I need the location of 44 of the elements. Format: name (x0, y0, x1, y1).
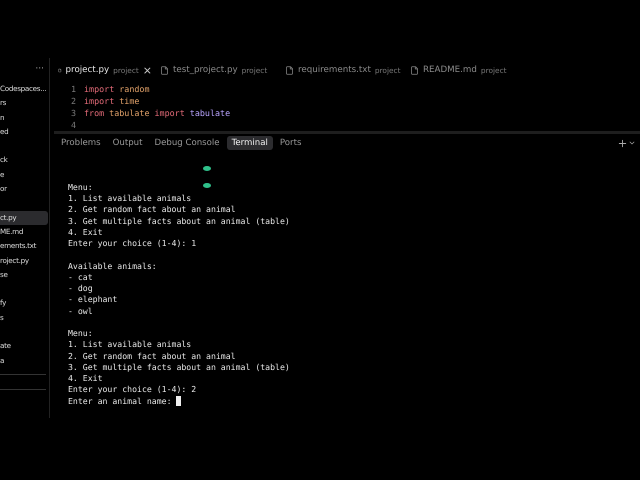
terminal-line: - dog (68, 283, 93, 294)
terminal-line: - cat (68, 272, 93, 283)
terminal-line: Enter your choice (1-4): 1 (68, 238, 196, 250)
code-token: import (154, 108, 185, 118)
terminal-line: 1. List available animals (68, 339, 192, 350)
code-token: import (84, 96, 114, 106)
panel-tab[interactable]: Problems (56, 136, 106, 150)
close-icon[interactable]: × (142, 64, 152, 76)
line-number: 1 (70, 84, 77, 94)
dot-icon (203, 166, 211, 171)
file-icon (285, 66, 294, 74)
terminal-line: Available animals: (68, 260, 157, 272)
code-token: tabulate (109, 108, 150, 118)
code-token: import (84, 84, 114, 94)
terminal-line: 2. Get random fact about an animal (68, 350, 236, 362)
terminal-line: Enter your choice (1-4): 2 (68, 384, 196, 396)
terminal-line: - owl (68, 306, 93, 317)
panel-tab[interactable]: Terminal (226, 136, 273, 150)
code-token: time (119, 96, 140, 106)
terminal-line: 4. Exit (68, 373, 103, 384)
file-icon (160, 66, 169, 74)
more-icon[interactable]: ··· (35, 64, 44, 82)
dot-icon (203, 182, 211, 188)
terminal-line: 3. Get multiple facts about an animal (table) (68, 362, 290, 373)
file-icon (58, 66, 62, 74)
code-token: tabulate (190, 108, 230, 118)
panel-tab[interactable]: Debug Console (149, 136, 225, 150)
terminal-line: 4. Exit (68, 226, 103, 238)
code-token: random (119, 84, 150, 94)
line-number: 2 (70, 96, 77, 106)
terminal-line: - elephant (68, 294, 118, 306)
terminal-line: Menu: (68, 328, 93, 340)
panel-tab[interactable]: Ports (274, 136, 306, 150)
panel-tab[interactable]: Output (108, 136, 148, 150)
terminal-line: 1. List available animals (68, 193, 192, 204)
line-number: 3 (70, 108, 77, 118)
code-token: from (84, 108, 104, 118)
add-icon[interactable] (617, 138, 628, 149)
line-number: 4 (70, 120, 77, 130)
terminal-line: Menu: (68, 182, 93, 193)
terminal-line: Enter an animal name: (68, 396, 173, 407)
terminal-line: 2. Get random fact about an animal (68, 204, 236, 216)
terminal-line: 3. Get multiple facts about an animal (table) (68, 216, 290, 227)
file-icon (410, 66, 419, 74)
